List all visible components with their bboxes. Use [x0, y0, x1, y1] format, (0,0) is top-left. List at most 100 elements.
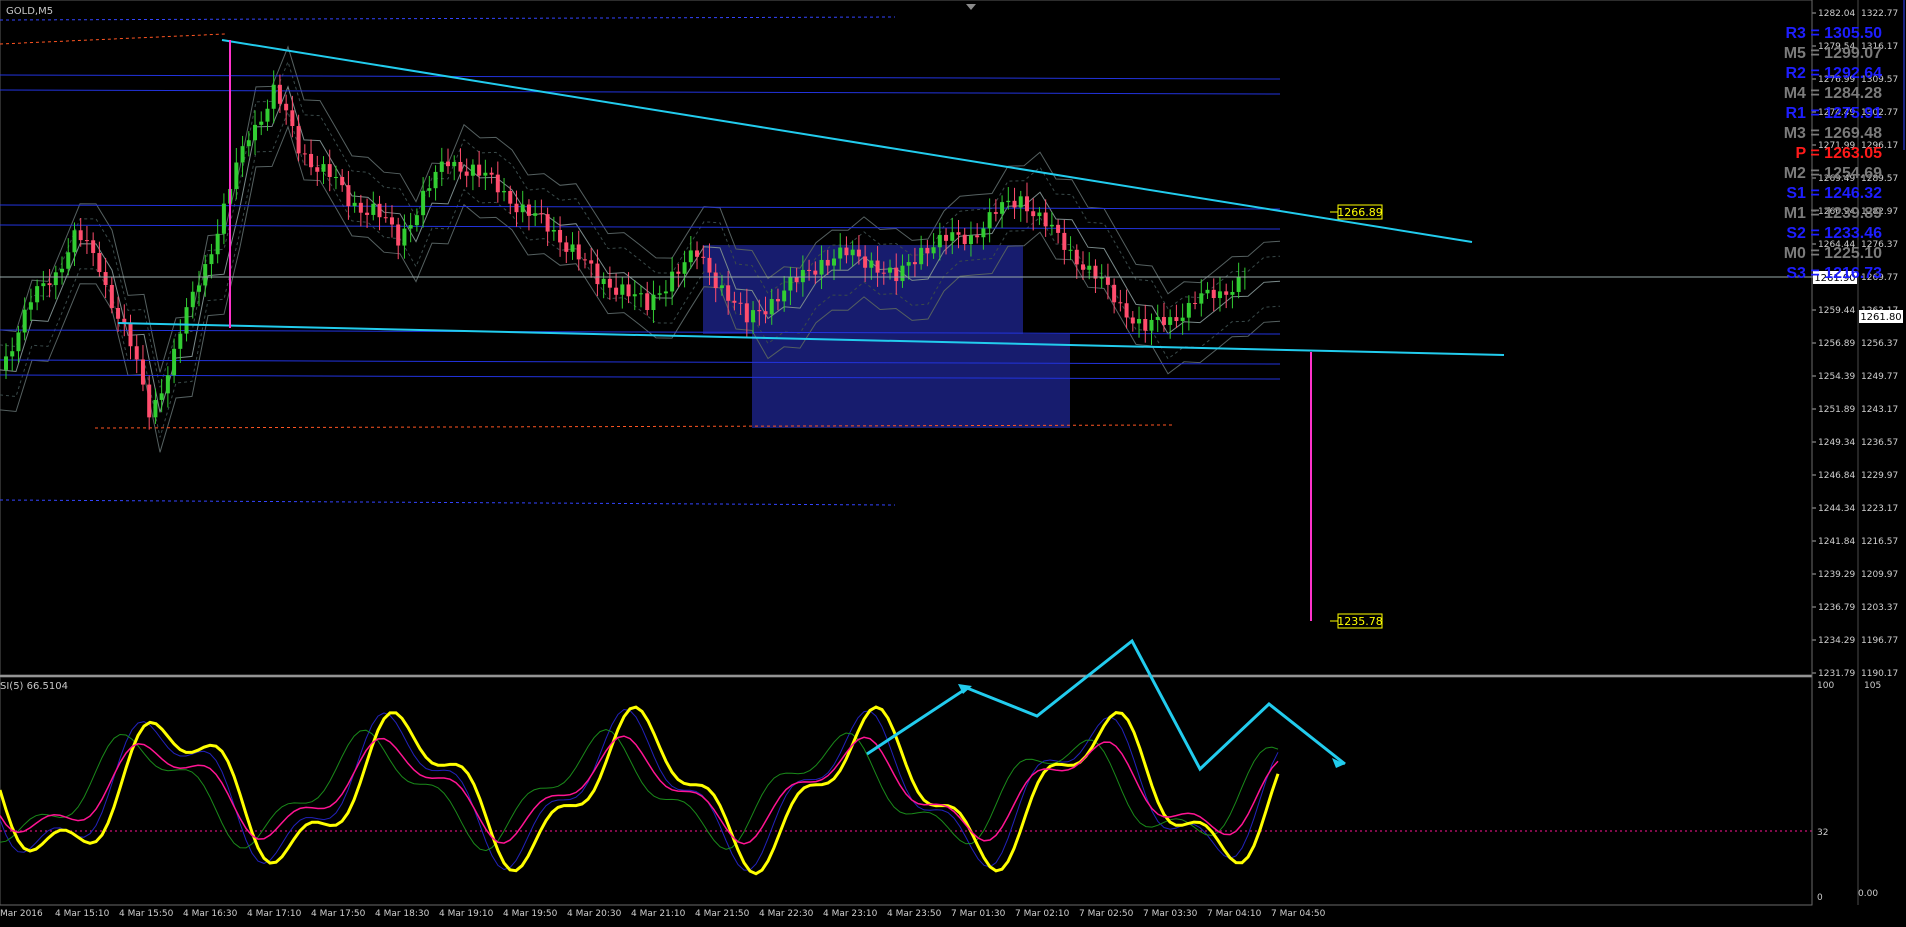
price-tick-label: 1241.84 [1818, 537, 1855, 547]
price-tick-label: 1234.29 [1818, 636, 1855, 646]
candle-body [22, 309, 27, 333]
candle-body [919, 247, 924, 265]
candle-body [84, 240, 89, 242]
time-axis[interactable]: Mar 2016 4 Mar 15:10 4 Mar 15:50 4 Mar 16:3… [0, 904, 1812, 919]
candle-body [950, 232, 955, 241]
pivot-level-label: S2 = 1233.46 [1786, 225, 1882, 242]
candle-body [464, 171, 469, 176]
osc-scale-outer-top: 105 [1864, 681, 1881, 691]
candle-body [35, 286, 40, 303]
candle-body [956, 232, 961, 235]
candle-body [614, 287, 619, 295]
candle-body [1205, 289, 1210, 294]
candle-body [327, 164, 332, 178]
candle-body [626, 284, 631, 297]
price-tick-label: 1282.04 [1818, 9, 1855, 19]
candle-body [676, 271, 681, 274]
candle-body [1012, 200, 1017, 208]
candle-body [769, 299, 774, 315]
time-tick-label: 4 Mar 21:10 [631, 909, 686, 919]
candle-body [663, 291, 668, 294]
candle-body [439, 161, 444, 172]
candle-body [520, 204, 525, 213]
candle-body [178, 333, 183, 349]
candle-body [589, 260, 594, 264]
candle-body [128, 322, 133, 347]
candle-body [352, 202, 357, 207]
candle-body [1149, 319, 1154, 331]
candle-body [271, 84, 276, 109]
candle-body [925, 247, 930, 254]
candle-body [514, 203, 519, 213]
candle-body [1043, 212, 1048, 227]
trading-terminal: 1266.89 1235.78 1282.04 1279.54 1276.99 127… [0, 0, 1906, 923]
candle-body [365, 212, 370, 215]
candle-body [10, 351, 15, 357]
candle-body [1068, 249, 1073, 251]
candle-body [122, 318, 127, 323]
candle-body [968, 235, 973, 245]
candle-body [1211, 289, 1216, 299]
outer-price-tick-label: 1256.37 [1861, 339, 1898, 349]
candle-body [377, 203, 382, 218]
candle-body [28, 302, 33, 310]
time-tick-label: 4 Mar 23:50 [887, 909, 942, 919]
chart-canvas[interactable]: 1266.89 1235.78 1282.041279.541276.99127… [0, 0, 1906, 923]
candle-body [190, 291, 195, 308]
candle-body [800, 269, 805, 283]
candle-body [856, 249, 861, 257]
osc-scale-top: 100 [1817, 681, 1834, 691]
candle-body [1018, 196, 1023, 208]
candle-body [414, 215, 419, 226]
candle-body [1049, 224, 1054, 227]
candle-body [116, 307, 121, 319]
outer-price-tick-label: 1190.17 [1861, 669, 1898, 679]
time-tick-label: 4 Mar 22:30 [759, 909, 814, 919]
time-tick-label: 7 Mar 02:50 [1079, 909, 1134, 919]
candle-body [701, 256, 706, 258]
time-tick-label: 4 Mar 21:50 [695, 909, 750, 919]
candle-body [576, 244, 581, 260]
candle-body [72, 230, 77, 253]
candle-body [1124, 303, 1129, 318]
pivot-level-label: S1 = 1246.32 [1786, 185, 1882, 202]
time-tick-label: 4 Mar 17:50 [311, 909, 366, 919]
price-tick-label: 1239.29 [1818, 570, 1855, 580]
candle-body [751, 310, 756, 323]
candle-body [470, 164, 475, 176]
candle-body [4, 356, 8, 370]
oscillator-panel[interactable] [0, 676, 1813, 906]
candle-body [66, 252, 71, 269]
pivot-level-label: M5 = 1299.07 [1783, 45, 1882, 62]
candle-body [719, 285, 724, 289]
candle-body [1099, 277, 1104, 279]
candle-body [246, 140, 251, 147]
candle-body [433, 171, 438, 189]
time-tick-label: 4 Mar 20:30 [567, 909, 622, 919]
pivot-level-label: P = 1263.05 [1795, 145, 1882, 162]
candle-body [564, 242, 569, 252]
candle-body [284, 103, 289, 111]
candle-body [421, 190, 426, 216]
candle-body [1186, 302, 1191, 318]
candle-body [869, 260, 874, 268]
candle-body [526, 204, 531, 216]
pivot-level-label: M3 = 1269.48 [1783, 125, 1882, 142]
bid-price-tag-text: 1261.80 [1860, 312, 1901, 323]
candle-body [265, 108, 270, 122]
price-tick-label: 1251.89 [1818, 405, 1855, 415]
candle-body [259, 121, 264, 125]
candle-body [41, 283, 46, 287]
time-tick-label: 4 Mar 19:10 [439, 909, 494, 919]
candle-body [558, 229, 563, 243]
candle-body [682, 262, 687, 274]
candle-body [97, 253, 102, 273]
candle-body [1024, 196, 1029, 212]
candle-body [483, 172, 488, 176]
candle-body [1105, 277, 1110, 285]
candle-body [794, 277, 799, 283]
outer-price-tick-label: 1229.97 [1861, 471, 1898, 481]
candle-body [1062, 232, 1067, 250]
pivot-level-label: M1 = 1239.89 [1783, 205, 1882, 222]
candle-body [47, 283, 52, 286]
